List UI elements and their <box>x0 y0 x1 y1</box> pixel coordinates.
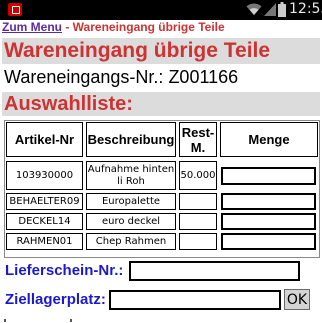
table-row-description: Aufnahme hinten li Roh <box>86 161 176 190</box>
quantity-input[interactable] <box>221 233 316 250</box>
breadcrumb-separator: - <box>62 20 73 34</box>
table-row-description: Europalette <box>86 193 176 210</box>
wifi-icon <box>246 3 262 15</box>
column-header-description: Beschreibung <box>86 122 176 157</box>
battery-icon <box>278 2 286 17</box>
column-header-quantity: Menge <box>220 122 318 157</box>
quantity-input[interactable] <box>221 167 316 185</box>
delivery-note-label: Lieferschein-Nr.: <box>5 262 124 279</box>
status-bar: 12:55 <box>0 0 322 20</box>
quantity-input[interactable] <box>221 193 316 210</box>
order-number-label: Wareneingangs-Nr.: <box>4 67 164 87</box>
table-row-rest <box>179 193 217 210</box>
column-header-rest: Rest-M. <box>179 122 217 157</box>
signal-icon <box>264 3 276 16</box>
quantity-input[interactable] <box>221 213 316 230</box>
table-row-description: euro deckel <box>86 213 176 230</box>
table-row-rest <box>179 233 217 250</box>
storage-location-label: Ziellagerplatz: <box>5 291 106 308</box>
breadcrumb-current: Wareneingang übrige Teile <box>72 20 225 34</box>
table-row-description: Chep Rahmen <box>86 233 176 250</box>
table-row-article: RAHMEN01 <box>6 233 83 250</box>
notification-icon <box>8 3 22 16</box>
bottom-dots-icon <box>4 319 72 322</box>
table-row-rest: 50.000 <box>179 161 217 190</box>
ok-button[interactable]: OK <box>284 289 310 310</box>
status-clock: 12:55 <box>289 1 322 17</box>
table-row-rest <box>179 213 217 230</box>
column-header-article: Artikel-Nr <box>6 122 83 157</box>
table-row-article: BEHAELTER09 <box>6 193 83 210</box>
breadcrumb: Zum Menu - Wareneingang übrige Teile <box>0 20 322 38</box>
storage-location-input[interactable] <box>109 290 281 310</box>
order-number-value: Z001166 <box>168 67 239 87</box>
section-title: Auswahlliste: <box>4 93 133 115</box>
delivery-note-input[interactable] <box>129 261 300 281</box>
page-title: Wareneingang übrige Teile <box>4 39 271 62</box>
table-row-article: DECKEL14 <box>6 213 83 230</box>
order-number-row: Wareneingangs-Nr.: Z001166 <box>4 67 238 88</box>
table-row-article: 103930000 <box>6 161 83 190</box>
menu-link[interactable]: Zum Menu <box>2 20 62 34</box>
